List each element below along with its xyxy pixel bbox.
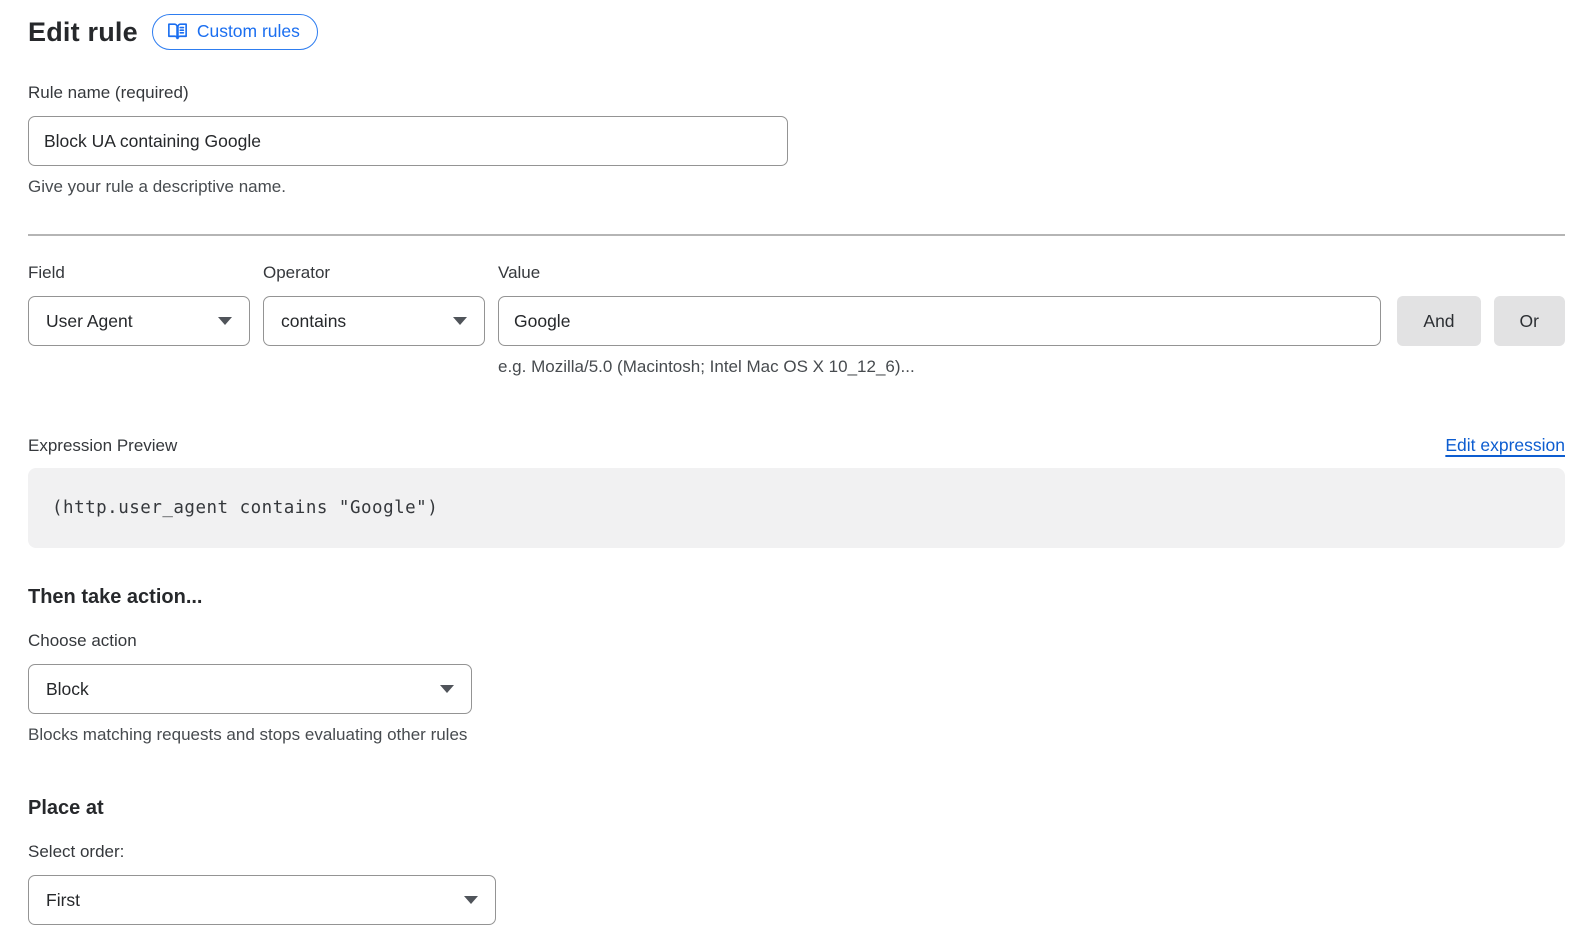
expression-code: (http.user_agent contains "Google") [52, 498, 438, 518]
page-header: Edit rule Custom rules [28, 14, 1565, 50]
rule-name-label: Rule name (required) [28, 82, 788, 103]
action-help: Blocks matching requests and stops evalu… [28, 724, 1565, 746]
expression-header: Expression Preview Edit expression [28, 435, 1565, 456]
or-button[interactable]: Or [1494, 296, 1565, 346]
field-column: Field User Agent [28, 262, 250, 346]
action-select[interactable]: Block [28, 664, 472, 714]
action-section: Choose action Block Blocks matching requ… [28, 630, 1565, 746]
and-button[interactable]: And [1397, 296, 1480, 346]
operator-column: Operator contains [263, 262, 485, 346]
custom-rules-button[interactable]: Custom rules [152, 14, 318, 50]
value-input[interactable] [498, 296, 1381, 346]
action-heading: Then take action... [28, 584, 1565, 610]
value-label: Value [498, 262, 1381, 283]
operator-select[interactable]: contains [263, 296, 485, 346]
open-book-icon [167, 22, 188, 41]
chevron-down-icon [218, 317, 232, 325]
chevron-down-icon [464, 896, 478, 904]
edit-rule-page: Edit rule Custom rules Rule name (requir… [0, 0, 1587, 952]
rule-name-input[interactable] [28, 116, 788, 166]
operator-label: Operator [263, 262, 485, 283]
logic-buttons: And Or [1397, 296, 1565, 346]
field-select-value: User Agent [46, 311, 133, 332]
order-select[interactable]: First [28, 875, 496, 925]
chevron-down-icon [453, 317, 467, 325]
value-help: e.g. Mozilla/5.0 (Macintosh; Intel Mac O… [498, 356, 1381, 378]
expression-section: Expression Preview Edit expression (http… [28, 435, 1565, 548]
select-order-label: Select order: [28, 841, 1565, 862]
field-label: Field [28, 262, 250, 283]
edit-expression-link[interactable]: Edit expression [1445, 435, 1565, 456]
rule-name-help: Give your rule a descriptive name. [28, 176, 788, 198]
expression-preview-box: (http.user_agent contains "Google") [28, 468, 1565, 548]
section-divider [28, 234, 1565, 236]
placement-section: Select order: First [28, 841, 1565, 925]
custom-rules-button-label: Custom rules [197, 21, 300, 42]
order-select-value: First [46, 890, 80, 911]
page-title: Edit rule [28, 17, 138, 48]
field-select[interactable]: User Agent [28, 296, 250, 346]
expression-preview-label: Expression Preview [28, 436, 177, 456]
place-at-heading: Place at [28, 795, 1565, 821]
value-column: Value e.g. Mozilla/5.0 (Macintosh; Intel… [498, 262, 1381, 378]
chevron-down-icon [440, 685, 454, 693]
condition-row: Field User Agent Operator contains Value… [28, 262, 1565, 378]
rule-name-section: Rule name (required) Give your rule a de… [28, 82, 788, 198]
operator-select-value: contains [281, 311, 346, 332]
choose-action-label: Choose action [28, 630, 1565, 651]
action-select-value: Block [46, 679, 89, 700]
